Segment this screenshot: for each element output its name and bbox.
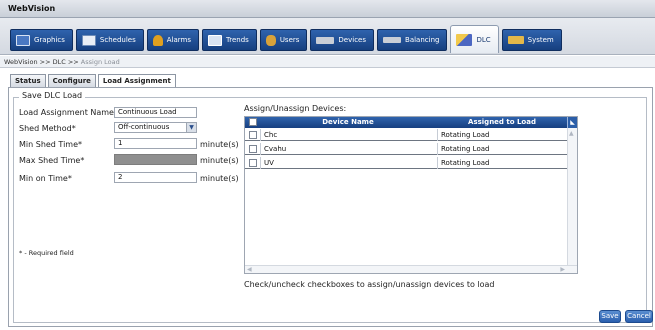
row-checkbox[interactable] [249,159,257,167]
max-shed-unit: minute(s) [200,156,239,165]
min-shed-label: Min Shed Time* [19,140,83,149]
subtab-configure[interactable]: Configure [47,74,96,87]
scroll-left-icon[interactable]: ◀ [247,266,252,273]
module-tabs: Graphics Schedules Alarms Trends Users D… [10,23,647,53]
tab-schedules[interactable]: Schedules [75,29,144,51]
trends-icon [208,34,222,46]
tab-graphics[interactable]: Graphics [10,29,73,51]
schedules-icon [81,34,96,46]
tab-label: Graphics [34,36,65,44]
tab-balancing[interactable]: Balancing [377,29,448,51]
breadcrumb-path[interactable]: WebVision >> DLC >> [4,58,81,66]
assign-devices-title: Assign/Unassign Devices: [244,104,347,113]
balancing-icon [383,37,402,43]
breadcrumb-current: Assign Load [80,58,120,66]
required-field-note: * - Required field [19,249,74,257]
vertical-scrollbar[interactable]: ▲ ▼ [567,128,577,273]
device-grid: Device Name Assigned to Load ◣ Chc Rotat… [244,116,578,274]
device-name-cell: Chc [260,129,437,141]
max-shed-label: Max Shed Time* [19,156,85,165]
tab-label: Trends [226,36,249,44]
tab-label: Alarms [166,36,191,44]
assigned-load-cell: Rotating Load [437,129,567,141]
tab-label: Balancing [405,36,440,44]
col-assigned-to-load[interactable]: Assigned to Load [437,117,567,128]
shed-method-value: Off-continuous [118,123,170,131]
tab-dlc[interactable]: DLC [450,25,499,53]
table-row[interactable]: Cvahu Rotating Load [245,143,567,155]
graphics-icon [16,34,30,46]
tab-users[interactable]: Users [259,29,308,51]
tab-label: Devices [338,36,367,44]
assign-hint: Check/uncheck checkboxes to assign/unass… [244,280,495,289]
table-row[interactable]: UV Rotating Load [245,157,567,169]
assigned-load-cell: Rotating Load [437,157,567,169]
select-all-checkbox[interactable] [249,118,257,126]
tab-system[interactable]: System [501,29,562,51]
fieldset-legend: Save DLC Load [19,91,86,100]
breadcrumb: WebVision >> DLC >> Assign Load [0,56,655,68]
horizontal-scrollbar[interactable]: ◀ ▶ [245,265,577,273]
assigned-load-cell: Rotating Load [437,143,567,155]
alarms-icon [152,34,163,46]
dlc-icon [456,33,473,46]
tab-label: DLC [476,35,491,44]
main-toolbar: Graphics Schedules Alarms Trends Users D… [0,18,655,55]
min-on-input[interactable]: 2 [114,172,197,183]
tab-alarms[interactable]: Alarms [146,29,199,51]
sub-tabs: Status Configure Load Assignment [10,74,178,87]
grid-header: Device Name Assigned to Load ◣ [245,117,577,128]
system-icon [507,36,524,44]
tab-label: Schedules [99,36,136,44]
app-title: WebVision [0,0,655,18]
tab-trends[interactable]: Trends [202,29,257,51]
device-name-cell: Cvahu [260,143,437,155]
chevron-down-icon[interactable]: ▼ [186,123,196,132]
scroll-up-icon[interactable]: ▲ [569,130,574,137]
min-shed-unit: minute(s) [200,140,239,149]
users-icon [265,34,276,46]
column-menu-icon[interactable]: ◣ [567,117,577,128]
tab-label: Users [279,36,300,44]
subtab-load-assignment[interactable]: Load Assignment [97,74,176,87]
device-name-cell: UV [260,157,437,169]
subtab-status[interactable]: Status [10,74,46,87]
shed-method-label: Shed Method* [19,124,76,133]
min-shed-input[interactable]: 1 [114,138,197,149]
table-row[interactable]: Chc Rotating Load [245,129,567,141]
scroll-right-icon[interactable]: ▶ [560,266,565,273]
min-on-unit: minute(s) [200,174,239,183]
load-name-label: Load Assignment Name* [19,108,118,117]
cancel-button[interactable]: Cancel [625,310,653,323]
devices-icon [316,36,335,44]
row-checkbox[interactable] [249,131,257,139]
load-name-input[interactable]: Continuous Load [114,107,197,118]
col-device-name[interactable]: Device Name [260,117,436,128]
shed-method-select[interactable]: Off-continuous ▼ [114,122,197,133]
max-shed-input [114,154,197,165]
save-button[interactable]: Save [599,310,621,323]
row-checkbox[interactable] [249,145,257,153]
tab-label: System [527,36,554,44]
tab-devices[interactable]: Devices [310,29,375,51]
min-on-label: Min on Time* [19,174,72,183]
